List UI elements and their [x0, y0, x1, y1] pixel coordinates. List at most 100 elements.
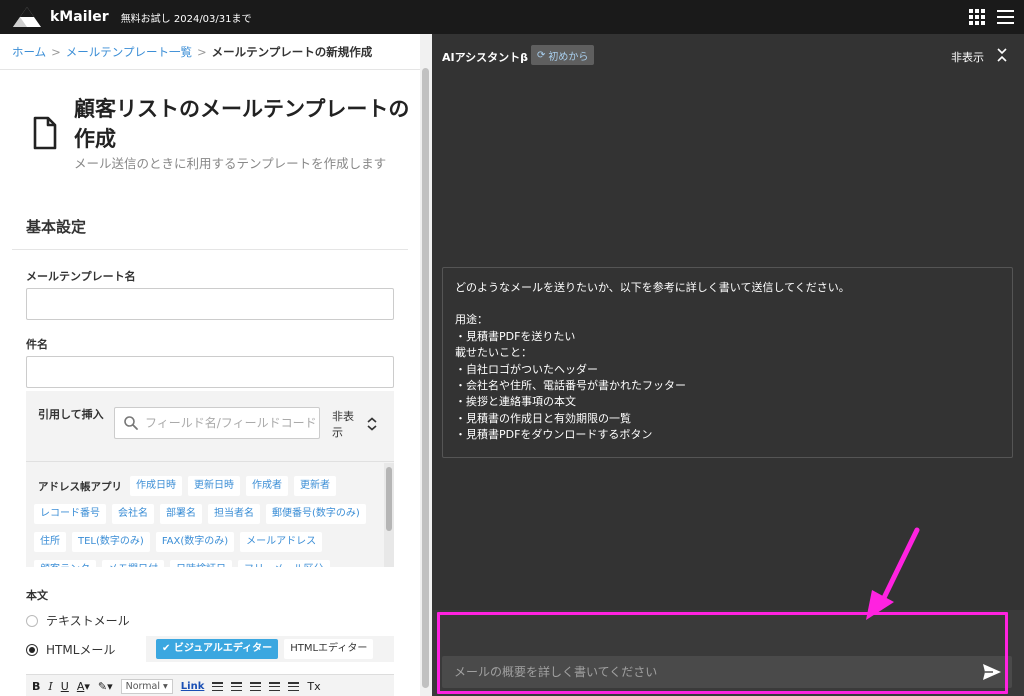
radio-button-selected[interactable] [26, 643, 38, 656]
field-tag[interactable]: 日時検証日 [170, 560, 232, 567]
hamburger-menu-icon[interactable] [997, 10, 1014, 24]
link-button[interactable]: Link [181, 681, 205, 692]
ai-message-line: 用途： [455, 313, 488, 327]
field-tag[interactable]: メモ欄日付 [102, 560, 164, 567]
ai-message-line [455, 296, 1000, 312]
field-tag[interactable]: フリーメール区分 [238, 560, 330, 567]
hide-panel-button[interactable]: 非表示 [951, 49, 984, 65]
align-right-icon[interactable] [288, 682, 300, 691]
subject-label: 件名 [26, 338, 48, 351]
breadcrumb-home[interactable]: ホーム [12, 44, 46, 60]
field-tag-list: アドレス帳アプリ 作成日時 更新日時 作成者 更新者 レコード番号 会社名 部署名 担当者名 郵便… [34, 475, 384, 567]
chat-input[interactable] [454, 665, 964, 679]
section-title-basic-settings: 基本設定 [26, 218, 87, 236]
app-name-label: アドレス帳アプリ [38, 480, 122, 493]
font-size-select[interactable]: Normal ▾ [120, 679, 173, 694]
field-tag[interactable]: 郵便番号(数字のみ) [266, 504, 366, 524]
send-icon[interactable] [982, 663, 1002, 681]
collapse-icon[interactable] [996, 47, 1008, 63]
divider [0, 69, 420, 70]
editor-toolbar: B I U A▾ ✎▾ Normal ▾ Link Tx [26, 674, 394, 696]
radio-label: テキストメール [46, 614, 130, 628]
field-tag[interactable]: 会社名 [112, 504, 154, 524]
visual-editor-button[interactable]: ✔ ビジュアルエディター [156, 639, 279, 659]
dropdown-arrow-icon: ▾ [84, 680, 90, 693]
kmailer-logo-icon [13, 7, 41, 27]
scrollbar-thumb[interactable] [422, 68, 429, 688]
field-tag[interactable]: 更新日時 [188, 476, 240, 496]
font-color-button[interactable]: A▾ [77, 680, 90, 693]
body-label: 本文 [26, 589, 48, 602]
insert-hide-button[interactable]: 非表示 [332, 409, 362, 441]
field-search-input[interactable] [145, 416, 315, 430]
check-icon: ✔ [162, 643, 174, 654]
field-search-box[interactable] [114, 407, 320, 439]
grid-icon[interactable] [969, 9, 985, 25]
field-tag[interactable]: 顧客ランク [34, 560, 96, 567]
breadcrumb-separator: > [196, 45, 207, 59]
ai-message-bubble: どのようなメールを送りたいか、以下を参考に詳しく書いて送信してください。 用途： ・… [442, 267, 1013, 458]
template-name-label: メールテンプレート名 [26, 270, 136, 283]
ai-panel-title: AIアシスタントβ [442, 51, 529, 64]
align-left-icon[interactable] [250, 682, 262, 691]
bold-button[interactable]: B [32, 680, 40, 693]
italic-button[interactable]: I [48, 680, 52, 693]
field-tag[interactable]: 住所 [34, 532, 66, 552]
field-tag[interactable]: 作成者 [246, 476, 288, 496]
radio-label: HTMLメール [46, 643, 116, 657]
highlight-color-button[interactable]: ✎▾ [98, 680, 113, 693]
page-scrollbar[interactable] [420, 34, 432, 696]
ai-message-line: ・自社ロゴがついたヘッダー [455, 362, 598, 376]
refresh-icon: ⟳ [537, 49, 546, 61]
scrollbar-thumb[interactable] [386, 467, 392, 531]
restart-button[interactable]: ⟳ 初めから [531, 45, 595, 65]
logo[interactable]: kMailer [12, 6, 109, 28]
brand-name: kMailer [50, 9, 109, 25]
subject-input[interactable] [26, 356, 394, 388]
breadcrumb-template-list[interactable]: メールテンプレート一覧 [66, 44, 192, 60]
underline-button[interactable]: U [61, 680, 69, 693]
search-icon [124, 416, 138, 430]
template-form-panel: ホーム > メールテンプレート一覧 > メールテンプレートの新規作成 顧客リスト… [0, 34, 432, 696]
field-tag[interactable]: 更新者 [294, 476, 336, 496]
radio-button[interactable] [26, 614, 38, 627]
ai-assistant-panel: AIアシスタントβ ⟳ 初めから 非表示 どのようなメールを送りたいか、以下を参… [432, 34, 1024, 696]
radio-html-mail[interactable]: HTMLメール [26, 641, 115, 658]
field-tag[interactable]: レコード番号 [34, 504, 106, 524]
template-name-input[interactable] [26, 288, 394, 320]
divider [26, 461, 394, 462]
field-tag-row: レコード番号 会社名 部署名 担当者名 郵便番号(数字のみ) [34, 503, 384, 525]
ai-message-line: ・会社名や住所、電話番号が書かれたフッター [455, 379, 686, 393]
field-list-scrollbar[interactable] [384, 463, 394, 567]
numbered-list-icon[interactable] [231, 682, 243, 691]
ai-message-line: ・見積書PDFをダウンロードするボタン [455, 428, 653, 442]
field-tag[interactable]: メールアドレス [240, 532, 323, 552]
field-tag[interactable]: 作成日時 [130, 476, 182, 496]
html-editor-button[interactable]: HTMLエディター [284, 639, 374, 659]
field-tag[interactable]: 担当者名 [208, 504, 260, 524]
ai-message-line: ・見積書PDFを送りたい [455, 329, 576, 343]
clear-format-button[interactable]: Tx [307, 680, 320, 693]
trial-notice: 無料お試し 2024/03/31まで [120, 13, 252, 25]
field-tag-row: アドレス帳アプリ 作成日時 更新日時 作成者 更新者 [34, 475, 384, 497]
divider [12, 249, 408, 250]
radio-text-mail[interactable]: テキストメール [26, 612, 130, 629]
ai-message-line: 載せたいこと： [455, 346, 532, 360]
breadcrumb: ホーム > メールテンプレート一覧 > メールテンプレートの新規作成 [12, 44, 372, 60]
chat-input-box[interactable] [442, 656, 1012, 688]
collapse-chevron-icon[interactable] [366, 417, 378, 431]
ai-message-line: どのようなメールを送りたいか、以下を参考に詳しく書いて送信してください。 [455, 281, 850, 294]
insert-label: 引用して挿入 [38, 408, 104, 421]
font-size-value: Normal [125, 681, 160, 692]
align-center-icon[interactable] [269, 682, 281, 691]
field-tag[interactable]: TEL(数字のみ) [72, 532, 150, 552]
document-icon [33, 116, 57, 150]
top-bar: kMailer 無料お試し 2024/03/31まで [0, 0, 1024, 34]
visual-editor-label: ビジュアルエディター [173, 643, 273, 654]
page-subtitle: メール送信のときに利用するテンプレートを作成します [74, 156, 387, 171]
ai-message-line: ・見積書の作成日と有効期限の一覧 [455, 411, 631, 425]
breadcrumb-current: メールテンプレートの新規作成 [211, 45, 373, 59]
bulleted-list-icon[interactable] [212, 682, 224, 691]
field-tag[interactable]: 部署名 [160, 504, 202, 524]
field-tag[interactable]: FAX(数字のみ) [155, 532, 235, 552]
